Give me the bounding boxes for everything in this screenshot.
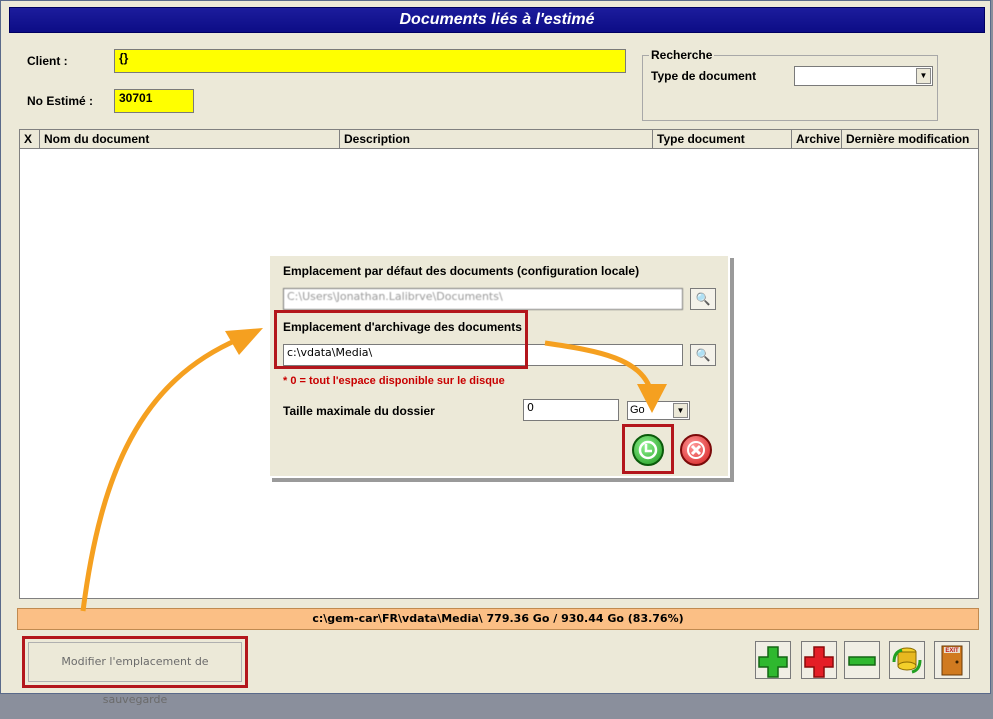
arrow-to-archive <box>80 336 240 612</box>
arrow-to-confirm <box>544 340 654 392</box>
arrow-head-confirm <box>637 384 667 413</box>
documents-window: Documents liés à l'estimé Client : {} No… <box>0 0 991 706</box>
annotation-arrows <box>80 328 667 612</box>
